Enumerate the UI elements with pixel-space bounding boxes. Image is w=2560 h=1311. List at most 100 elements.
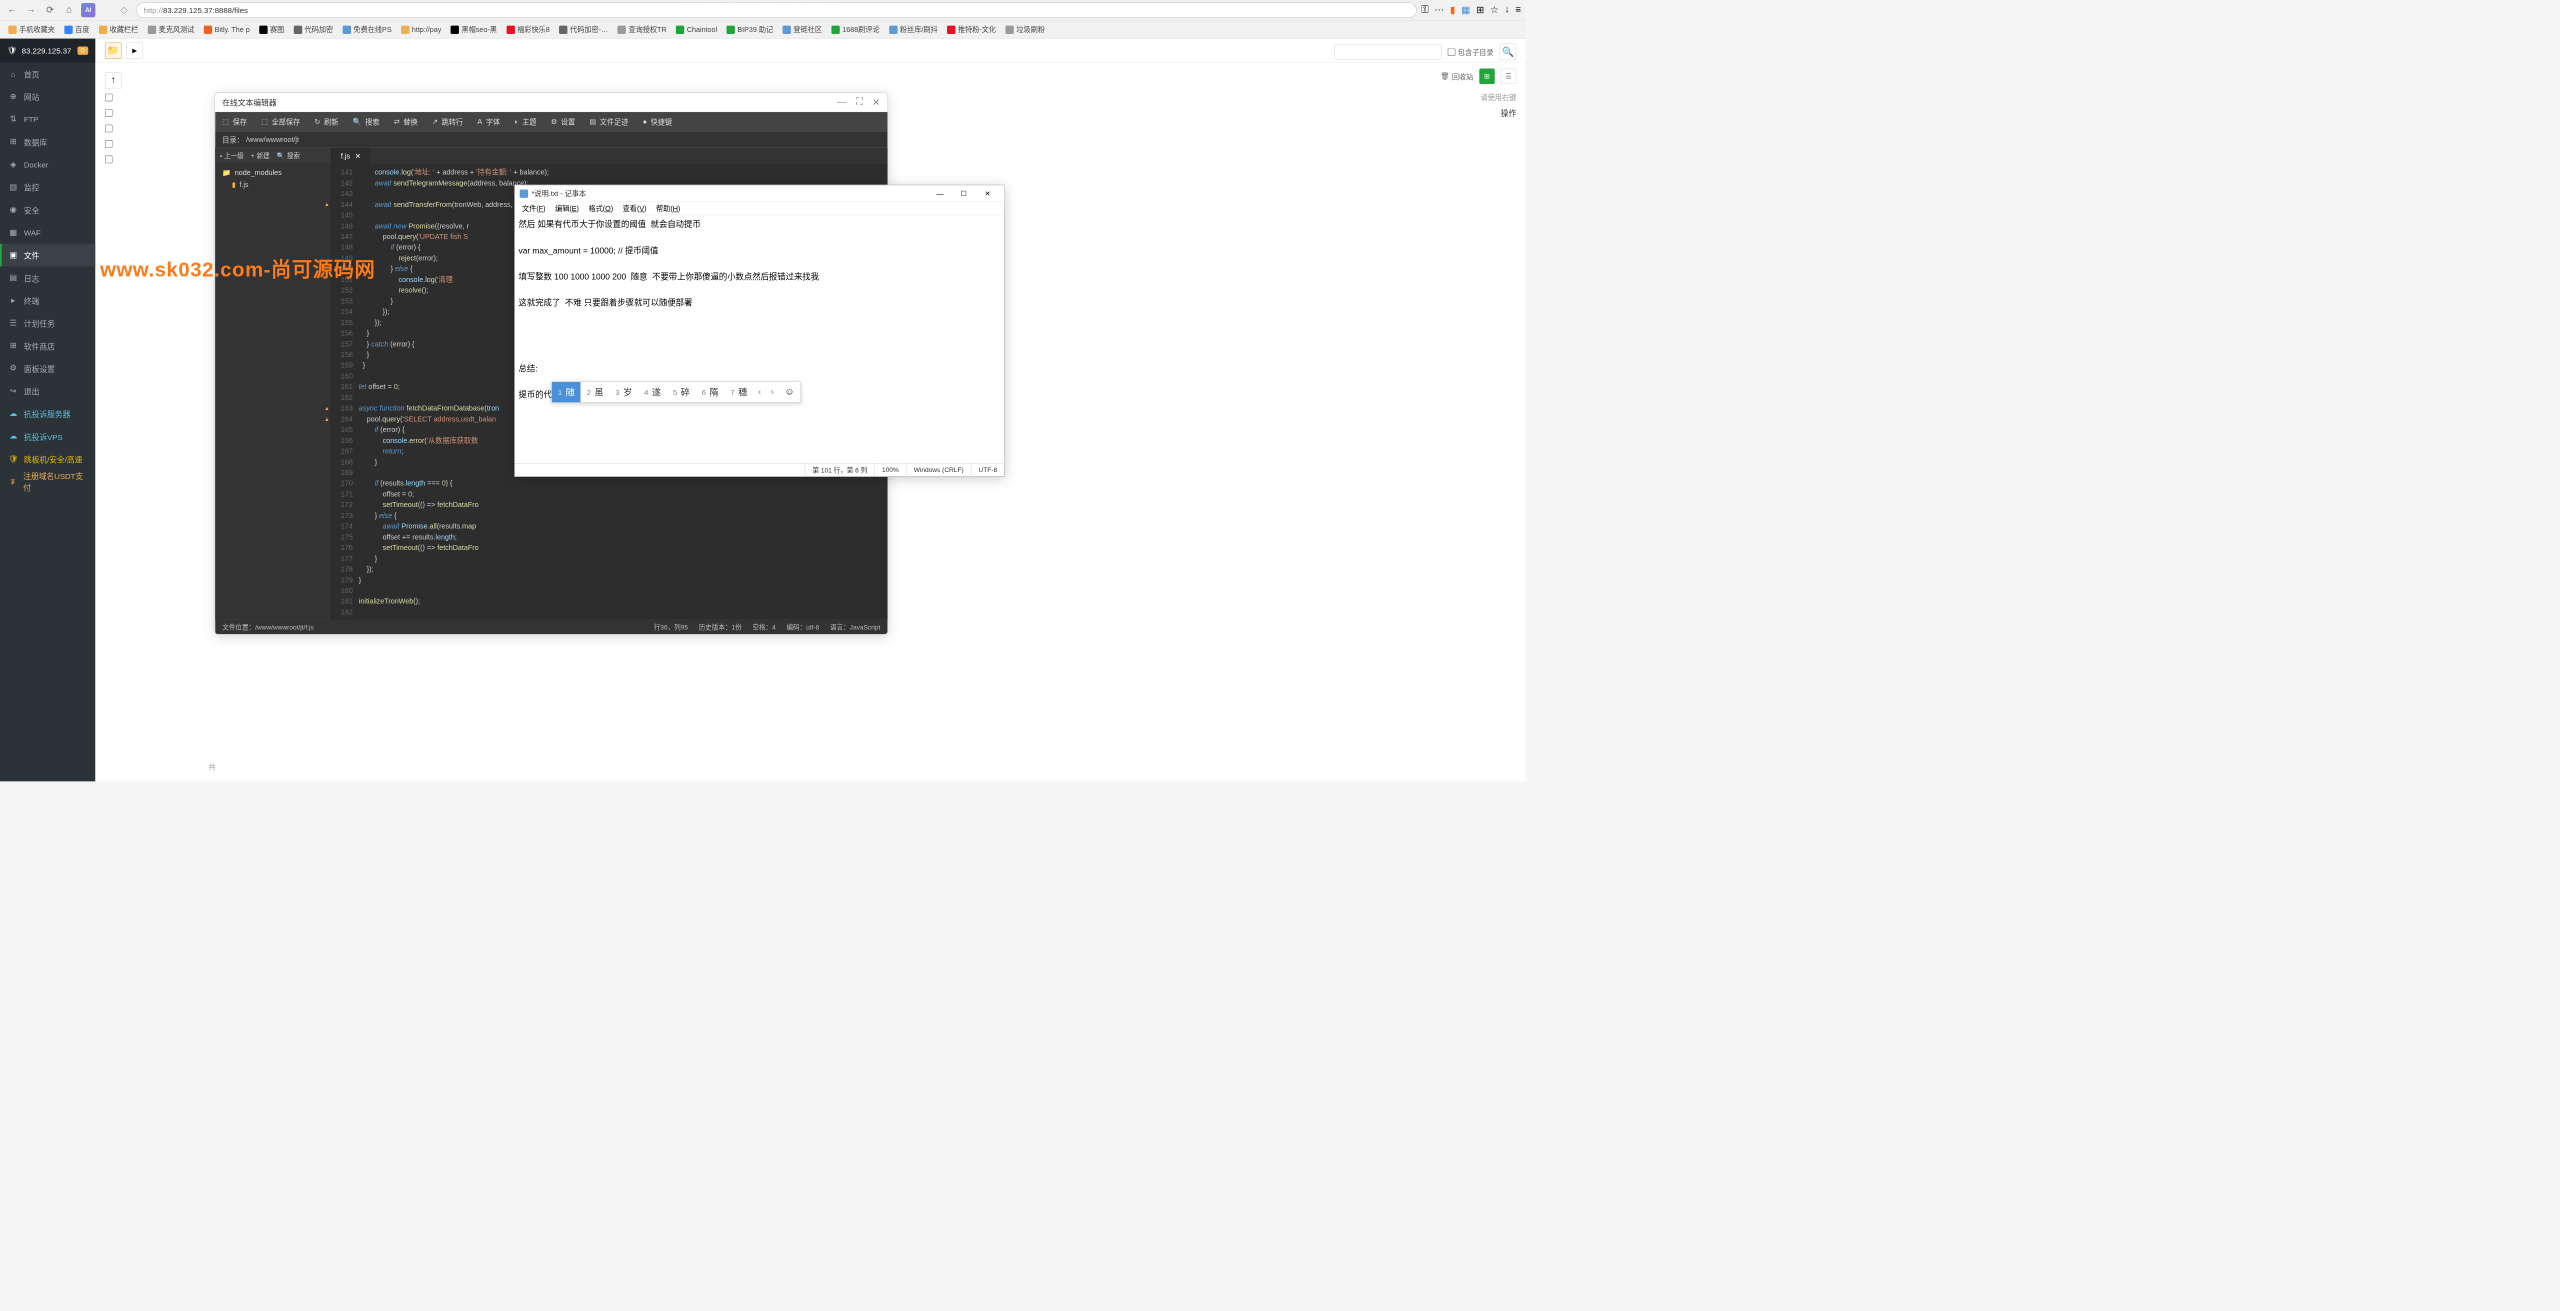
sidebar-item-跳板机/安全/高速[interactable]: 🛡跳板机/安全/高速 xyxy=(0,448,95,471)
bookmark-item[interactable]: 查询授权TR xyxy=(614,23,670,36)
sidebar-item-Docker[interactable]: ◈Docker xyxy=(0,153,95,176)
sidebar-item-软件商店[interactable]: ⊞软件商店 xyxy=(0,334,95,357)
more-icon[interactable]: ⋯ xyxy=(1435,4,1445,16)
minimize-button[interactable]: — xyxy=(837,96,847,108)
maximize-button[interactable]: ⛶ xyxy=(856,96,863,108)
ext-icon[interactable]: ▦ xyxy=(1461,4,1470,16)
bookmark-item[interactable]: 推特粉-文化 xyxy=(944,23,1000,36)
ime-candidate[interactable]: 4遂 xyxy=(638,382,667,402)
upload-button[interactable]: ↑ xyxy=(105,72,122,89)
back-button[interactable]: ← xyxy=(5,3,19,17)
ime-candidate[interactable]: 2虽 xyxy=(581,382,610,402)
search-button[interactable]: 🔍 xyxy=(1500,44,1517,61)
close-tab-icon[interactable]: ✕ xyxy=(355,152,361,160)
notepad-menu-item[interactable]: 查看(V) xyxy=(618,203,651,213)
ai-icon[interactable]: AI xyxy=(81,3,95,17)
notepad-minimize[interactable]: — xyxy=(928,186,952,201)
editor-tool-设置[interactable]: ⚙设置 xyxy=(544,112,583,131)
bookmark-item[interactable]: 收藏栏栏 xyxy=(95,23,141,36)
ime-next[interactable]: › xyxy=(766,387,779,398)
editor-tool-快捷键[interactable]: ●快捷键 xyxy=(636,112,680,131)
bookmark-item[interactable]: 百度 xyxy=(61,23,93,36)
tree-up-button[interactable]: ⬩ 上一级 xyxy=(220,151,244,161)
sidebar-item-退出[interactable]: ↪退出 xyxy=(0,380,95,403)
row-checkbox[interactable] xyxy=(105,94,113,102)
editor-tool-替换[interactable]: ⇄替换 xyxy=(387,112,425,131)
ext-icon[interactable]: ⊞ xyxy=(1476,4,1484,16)
tree-new-button[interactable]: + 新建 xyxy=(251,151,270,161)
list-view-button[interactable]: ☰ xyxy=(1501,69,1516,84)
sidebar-item-计划任务[interactable]: ☰计划任务 xyxy=(0,312,95,335)
editor-tool-搜索[interactable]: 🔍搜索 xyxy=(346,112,387,131)
bookmark-item[interactable]: 1688刷评论 xyxy=(828,23,883,36)
row-checkbox[interactable] xyxy=(105,109,113,117)
notepad-menu-item[interactable]: 格式(O) xyxy=(584,203,618,213)
row-checkbox[interactable] xyxy=(105,156,113,164)
editor-tool-刷新[interactable]: ↻刷新 xyxy=(307,112,345,131)
notepad-menu-item[interactable]: 帮助(H) xyxy=(651,203,685,213)
sidebar-item-监控[interactable]: ▤监控 xyxy=(0,176,95,199)
bookmark-item[interactable]: 代码加密 xyxy=(290,23,336,36)
bookmark-item[interactable]: 赛图 xyxy=(256,23,288,36)
bookmark-item[interactable]: BIP39 助记 xyxy=(723,23,777,36)
sidebar-item-抗投诉VPS[interactable]: ☁抗投诉VPS xyxy=(0,425,95,448)
folder-tab-icon[interactable]: 📁 xyxy=(105,42,122,59)
close-button[interactable]: ✕ xyxy=(872,96,880,108)
grid-view-button[interactable]: ⊞ xyxy=(1479,69,1494,84)
notepad-maximize[interactable]: ☐ xyxy=(952,186,976,201)
sidebar-item-网站[interactable]: ⊕网站 xyxy=(0,85,95,108)
editor-tool-跳转行[interactable]: ↗跳转行 xyxy=(425,112,470,131)
ime-candidate[interactable]: 7穗 xyxy=(724,382,753,402)
recycle-bin-link[interactable]: 🗑 回收站 xyxy=(1440,71,1473,81)
ime-prev[interactable]: ‹ xyxy=(753,387,766,398)
bookmark-item[interactable]: Chaintool xyxy=(673,24,721,35)
sidebar-item-首页[interactable]: ⌂首页 xyxy=(0,63,95,86)
sidebar-item-安全[interactable]: ◉安全 xyxy=(0,198,95,221)
include-subdir-checkbox[interactable]: 包含子目录 xyxy=(1448,47,1494,57)
download-icon[interactable]: ↓ xyxy=(1505,5,1510,16)
sidebar-item-文件[interactable]: ▣文件 xyxy=(0,244,95,267)
bookmark-item[interactable]: 垃圾刷粉 xyxy=(1002,23,1048,36)
bookmark-item[interactable]: 手机收藏夹 xyxy=(5,23,59,36)
sidebar-item-WAF[interactable]: ▦WAF xyxy=(0,221,95,244)
bookmark-item[interactable]: 代码加密-… xyxy=(556,23,612,36)
notepad-content[interactable]: 然后 如果有代币大于你设置的阈值 就会自动提币 var max_amount =… xyxy=(515,215,1004,463)
terminal-tab-icon[interactable]: ▸ xyxy=(126,42,143,59)
bookmark-item[interactable]: 免费在线PS xyxy=(339,23,395,36)
editor-tab[interactable]: f.js ✕ xyxy=(331,148,370,165)
bookmark-item[interactable]: 福彩快乐8 xyxy=(503,23,553,36)
shield-icon[interactable]: ◇ xyxy=(117,3,131,17)
editor-tool-字体[interactable]: A字体 xyxy=(470,112,507,131)
tree-folder[interactable]: 📁 node_modules xyxy=(215,167,331,179)
bookmark-item[interactable]: 麦克风测试 xyxy=(144,23,198,36)
editor-tool-全部保存[interactable]: ⬚全部保存 xyxy=(254,112,307,131)
bookmark-item[interactable]: 登链社区 xyxy=(779,23,825,36)
sidebar-item-日志[interactable]: ▤日志 xyxy=(0,266,95,289)
sidebar-item-FTP[interactable]: ⇅FTP xyxy=(0,108,95,131)
notepad-menu-item[interactable]: 文件(F) xyxy=(517,203,550,213)
path-input[interactable] xyxy=(1334,44,1441,59)
row-checkbox[interactable] xyxy=(105,140,113,148)
sidebar-item-面板设置[interactable]: ⚙面板设置 xyxy=(0,357,95,380)
bookmark-item[interactable]: http://pay xyxy=(398,24,445,35)
favorite-icon[interactable]: ☆ xyxy=(1490,4,1499,16)
sidebar-item-数据库[interactable]: ⊞数据库 xyxy=(0,131,95,154)
editor-tool-保存[interactable]: ⬚保存 xyxy=(215,112,254,131)
bookmark-item[interactable]: 粉丝库/刷抖 xyxy=(886,23,942,36)
ime-candidate[interactable]: 5碎 xyxy=(667,382,696,402)
home-button[interactable]: ⌂ xyxy=(62,3,76,17)
ime-candidate[interactable]: 1随 xyxy=(552,382,581,402)
reload-button[interactable]: ⟳ xyxy=(43,3,57,17)
editor-tool-文件足迹[interactable]: ▤文件足迹 xyxy=(582,112,635,131)
ime-emoji[interactable]: ☺ xyxy=(779,387,801,398)
notepad-menu-item[interactable]: 编辑(E) xyxy=(550,203,583,213)
sidebar-item-抗投诉服务器[interactable]: ☁抗投诉服务器 xyxy=(0,402,95,425)
menu-icon[interactable]: ≡ xyxy=(1515,5,1521,16)
row-checkbox[interactable] xyxy=(105,125,113,133)
tree-file[interactable]: ▮ f.js xyxy=(215,179,331,191)
bookmark-item[interactable]: 黑帽seo-黑 xyxy=(447,23,500,36)
forward-button[interactable]: → xyxy=(24,3,38,17)
key-icon[interactable]: ⚿ xyxy=(1421,5,1428,16)
ime-candidate[interactable]: 6隋 xyxy=(696,382,725,402)
ext-icon[interactable]: ▮ xyxy=(1450,4,1455,16)
